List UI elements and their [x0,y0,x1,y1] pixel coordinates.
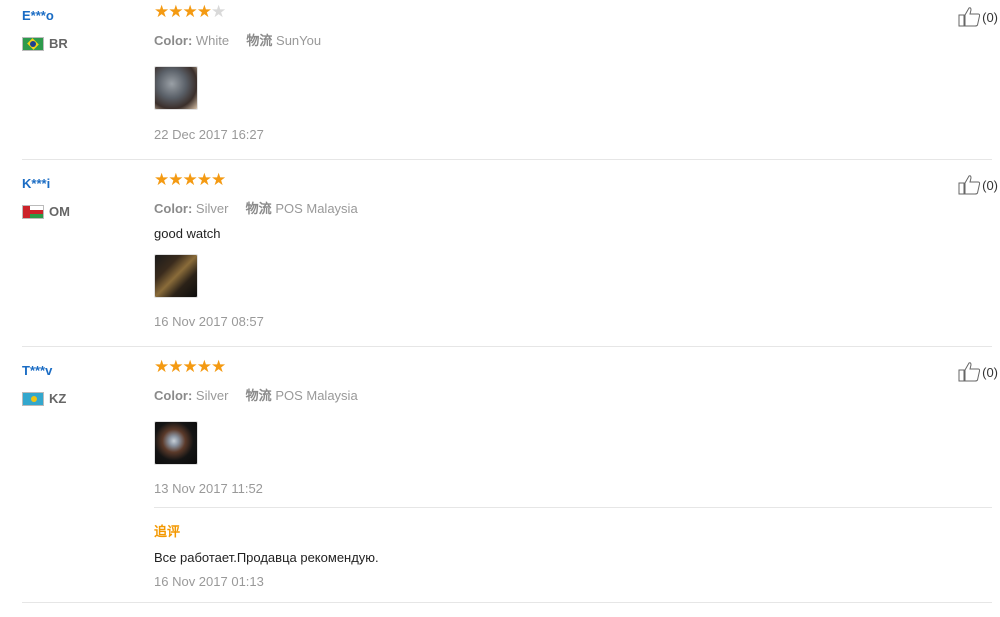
rating-stars: ★★★★★ [154,2,226,22]
review-attributes: Color: Silver 物流 POS Malaysia [154,198,358,217]
star-icon: ★ [182,170,198,189]
star-icon: ★ [211,357,226,376]
star-icon: ★ [182,2,198,21]
star-icon: ★ [211,170,226,189]
star-icon: ★ [154,357,169,376]
review-date: 22 Dec 2017 16:27 [154,127,264,142]
review-date: 13 Nov 2017 11:52 [154,481,263,496]
reviewer-name[interactable]: K***i [22,176,50,191]
review-photo-thumbnail[interactable] [154,421,198,465]
star-icon: ★ [196,2,212,21]
followup-date: 16 Nov 2017 01:13 [154,574,264,589]
country-code: BR [49,36,68,51]
thumbs-up-icon [958,362,981,382]
review-date: 16 Nov 2017 08:57 [154,314,264,329]
thumbs-up-icon [958,7,981,27]
star-icon: ★ [196,170,212,189]
followup-text: Все работает.Продавца рекомендую. [154,550,379,565]
logistics-value: POS Malaysia [275,201,358,216]
logistics-value: POS Malaysia [275,388,358,403]
like-button[interactable]: (0) [958,6,998,28]
reviewer-name[interactable]: E***o [22,8,54,23]
reviewer-country: BR [22,36,68,51]
color-value: Silver [195,388,229,403]
logistics-value: SunYou [276,33,322,48]
color-value: Silver [195,201,229,216]
color-label: Color: [154,201,193,216]
country-code: KZ [49,391,67,406]
logistics-label: 物流 [245,201,272,216]
star-icon: ★ [154,2,169,21]
reviewer-country: OM [22,204,70,219]
followup-divider [154,507,992,508]
logistics-label: 物流 [246,33,273,48]
like-count: (0) [982,177,998,193]
review-attributes: Color: Silver 物流 POS Malaysia [154,385,358,404]
like-button[interactable]: (0) [958,361,998,383]
review-text: good watch [154,226,221,241]
like-button[interactable]: (0) [958,174,998,196]
rating-stars: ★★★★★ [154,357,226,377]
review-attributes: Color: White 物流 SunYou [154,30,321,49]
review-photo-thumbnail[interactable] [154,254,198,298]
reviewer-name[interactable]: T***v [22,363,52,378]
kazakhstan-flag-icon [22,391,44,406]
star-icon: ★ [168,357,183,376]
star-icon: ★ [182,357,198,376]
review-item: E***o BR ★★★★★ Color: White 物流 SunYou 22… [22,2,998,160]
star-icon: ★ [154,170,169,189]
like-count: (0) [982,364,998,380]
color-label: Color: [154,388,193,403]
star-icon: ★ [168,170,183,189]
reviewer-country: KZ [22,391,66,406]
country-code: OM [49,204,70,219]
brazil-flag-icon [22,36,44,51]
star-icon: ★ [211,2,226,21]
logistics-label: 物流 [245,388,272,403]
oman-flag-icon [22,204,44,219]
color-value: White [195,33,230,48]
followup-label: 追评 [154,524,181,539]
like-count: (0) [982,9,998,25]
star-icon: ★ [168,2,183,21]
review-photo-thumbnail[interactable] [154,66,198,110]
review-item: K***i OM ★★★★★ Color: Silver 物流 POS Mala… [22,170,998,347]
color-label: Color: [154,33,193,48]
review-item: T***v KZ ★★★★★ Color: Silver 物流 POS Mala… [22,357,998,603]
star-icon: ★ [196,357,212,376]
rating-stars: ★★★★★ [154,170,226,190]
thumbs-up-icon [958,175,981,195]
